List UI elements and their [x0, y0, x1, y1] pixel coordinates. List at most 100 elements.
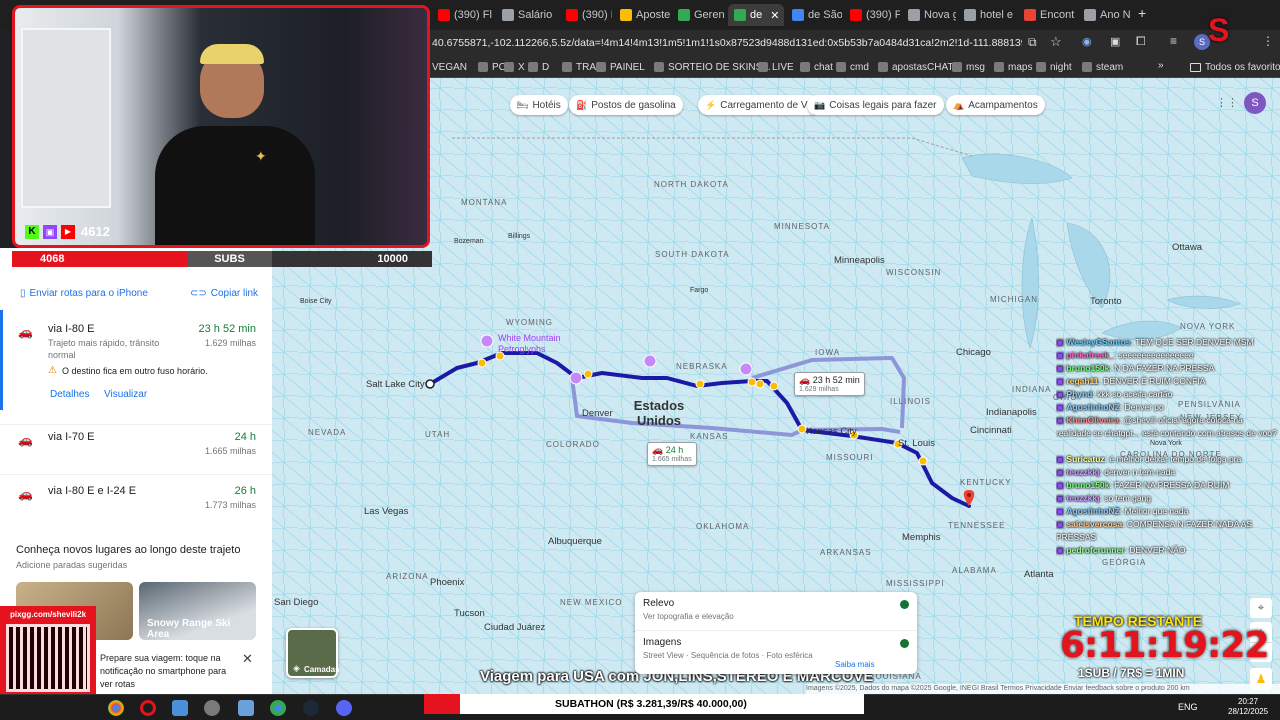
send-to-iphone-link[interactable]: ▯ Enviar rotas para o iPhone: [20, 288, 148, 299]
browser-tab[interactable]: Ano N: [1078, 4, 1134, 26]
map-filter-chip[interactable]: 📷 Coisas legais para fazer: [807, 95, 944, 115]
close-tab-icon[interactable]: ✕: [770, 9, 779, 22]
map-filter-chip[interactable]: ⛺ Acampamentos: [946, 95, 1045, 115]
map-filter-chip[interactable]: ⚡ Carregamento de VE: [698, 95, 822, 115]
reading-list-icon[interactable]: ≡: [1170, 34, 1177, 48]
layer-relief[interactable]: Relevo Ver topografia e elevação: [635, 592, 917, 630]
apps-grid-icon[interactable]: ⋮⋮: [1216, 96, 1238, 109]
copy-link[interactable]: ⊂⊃ Copiar link: [190, 288, 258, 299]
extensions-puzzle-icon[interactable]: ⧠: [1136, 34, 1146, 49]
account-avatar[interactable]: S: [1244, 92, 1266, 114]
chrome-icon[interactable]: [108, 700, 124, 716]
browser-tab[interactable]: Geren: [672, 4, 726, 26]
city-label[interactable]: Phoenix: [430, 577, 464, 588]
preview-button[interactable]: Visualizar: [104, 389, 147, 400]
bookmark-star-icon[interactable]: ☆: [1050, 34, 1062, 50]
bookmark-item[interactable]: PAINEL: [596, 59, 645, 75]
city-label[interactable]: Ottawa: [1172, 242, 1202, 253]
city-label[interactable]: Las Vegas: [364, 506, 408, 517]
browser-tab[interactable]: (390) Fl: [844, 4, 900, 26]
bookmark-item[interactable]: TRA: [562, 59, 596, 75]
clock-date[interactable]: 28/12/2025: [1228, 707, 1268, 716]
bookmark-item[interactable]: night: [1036, 59, 1072, 75]
browser-tab[interactable]: hotel e: [958, 4, 1016, 26]
browser-tab[interactable]: de ✕: [728, 4, 784, 26]
city-label[interactable]: Albuquerque: [548, 536, 602, 547]
bookmark-item[interactable]: VEGAN: [432, 59, 467, 75]
chat-badge-icon: ▣: [1056, 350, 1067, 360]
city-label[interactable]: Chicago: [956, 347, 991, 358]
bookmark-item[interactable]: maps: [994, 59, 1032, 75]
steam-icon[interactable]: [303, 700, 319, 716]
bookmark-item[interactable]: LIVE: [758, 59, 794, 75]
layer-toggle[interactable]: [900, 600, 909, 609]
discord-icon[interactable]: [336, 700, 352, 716]
city-label[interactable]: Memphis: [902, 532, 941, 543]
city-label[interactable]: Fargo: [690, 287, 708, 294]
browser-tab[interactable]: (390) Fl: [432, 4, 494, 26]
city-label[interactable]: Toronto: [1090, 296, 1122, 307]
map-filter-chip[interactable]: 🛏 Hotéis: [510, 95, 568, 115]
layers-button[interactable]: ◈ Camadas: [286, 628, 340, 678]
city-label[interactable]: Cincinnati: [970, 425, 1012, 436]
bookmark-item[interactable]: msg: [952, 59, 985, 75]
suggestion-card[interactable]: Snowy Range Ski Area: [139, 582, 256, 640]
layer-imagery[interactable]: Imagens Street View · Sequência de fotos…: [635, 630, 917, 674]
clock-time[interactable]: 20:27: [1238, 697, 1258, 706]
layer-toggle[interactable]: [900, 639, 909, 648]
route-time-callout[interactable]: 🚗 23 h 52 min 1.629 milhas: [794, 372, 865, 396]
city-label[interactable]: Tucson: [454, 608, 485, 619]
app-icon[interactable]: [172, 700, 188, 716]
more-bookmarks-chevron-icon[interactable]: »: [1158, 60, 1164, 71]
browser-tab[interactable]: (390) E: [560, 4, 612, 26]
close-icon[interactable]: ✕: [242, 651, 253, 667]
city-label[interactable]: Ciudad Juárez: [484, 622, 545, 633]
my-location-button[interactable]: ⌖: [1250, 598, 1272, 618]
chat-username: regah11: [1066, 376, 1099, 386]
app-icon[interactable]: [238, 700, 254, 716]
learn-more-link[interactable]: Saiba mais: [835, 660, 875, 669]
app-icon[interactable]: [204, 700, 220, 716]
bookmark-item[interactable]: D: [528, 59, 549, 75]
chrome-icon[interactable]: [270, 700, 286, 716]
new-tab-button[interactable]: +: [1138, 5, 1146, 21]
alt-route-time-callout[interactable]: 🚗 24 h 1.665 milhas: [647, 442, 697, 466]
map-filter-chip[interactable]: ⛽ Postos de gasolina: [569, 95, 683, 115]
city-label[interactable]: Kansas City: [806, 426, 857, 437]
city-label[interactable]: St. Louis: [898, 438, 935, 449]
city-label[interactable]: Minneapolis: [834, 255, 885, 266]
city-label[interactable]: Boise City: [300, 298, 332, 305]
city-label[interactable]: San Diego: [274, 597, 318, 608]
browser-tab[interactable]: de São: [786, 4, 842, 26]
details-button[interactable]: Detalhes: [50, 389, 89, 400]
opera-icon[interactable]: [140, 700, 156, 716]
city-label[interactable]: Atlanta: [1024, 569, 1054, 580]
install-app-icon[interactable]: ⧉: [1028, 35, 1037, 50]
poi-label[interactable]: White Mountain Petroglyphs: [498, 333, 568, 355]
more-menu-icon[interactable]: ⋮: [1262, 34, 1274, 48]
browser-tab[interactable]: Salário: [496, 4, 558, 26]
language-indicator[interactable]: ENG: [1178, 702, 1198, 712]
route-option-3[interactable]: 🚗 via I-80 E e I-24 E 26 h 1.773 milhas: [0, 474, 272, 514]
extension-icon[interactable]: ◉: [1082, 35, 1092, 48]
bookmark-item[interactable]: apostasCHAT: [878, 59, 954, 75]
city-label[interactable]: Denver: [582, 408, 613, 419]
bookmark-item[interactable]: steam: [1082, 59, 1123, 75]
city-label[interactable]: Salt Lake City: [366, 379, 425, 390]
city-label[interactable]: Billings: [508, 233, 530, 240]
bookmark-item[interactable]: PC: [478, 59, 506, 75]
city-label[interactable]: Bozeman: [454, 238, 484, 245]
bookmark-item[interactable]: chat: [800, 59, 833, 75]
browser-tab[interactable]: Nova g: [902, 4, 956, 26]
browser-tab[interactable]: Aposte: [614, 4, 670, 26]
bookmark-item[interactable]: SORTEIO DE SKINS...: [654, 59, 771, 75]
route-option-2[interactable]: 🚗 via I-70 E 24 h 1.665 milhas: [0, 424, 272, 464]
extension-icon[interactable]: ▣: [1110, 35, 1120, 48]
all-bookmarks-folder[interactable]: Todos os favoritos: [1190, 59, 1280, 75]
route-option-1[interactable]: 🚗 via I-80 E 23 h 52 min 1.629 milhas Tr…: [0, 323, 272, 413]
url-field[interactable]: 40.6755871,-102.112266,5.5z/data=!4m14!4…: [432, 33, 1022, 53]
bookmark-item[interactable]: cmd: [836, 59, 869, 75]
city-label[interactable]: Indianapolis: [986, 407, 1037, 418]
bookmark-item[interactable]: X: [504, 59, 525, 75]
browser-tab[interactable]: Encont: [1018, 4, 1076, 26]
